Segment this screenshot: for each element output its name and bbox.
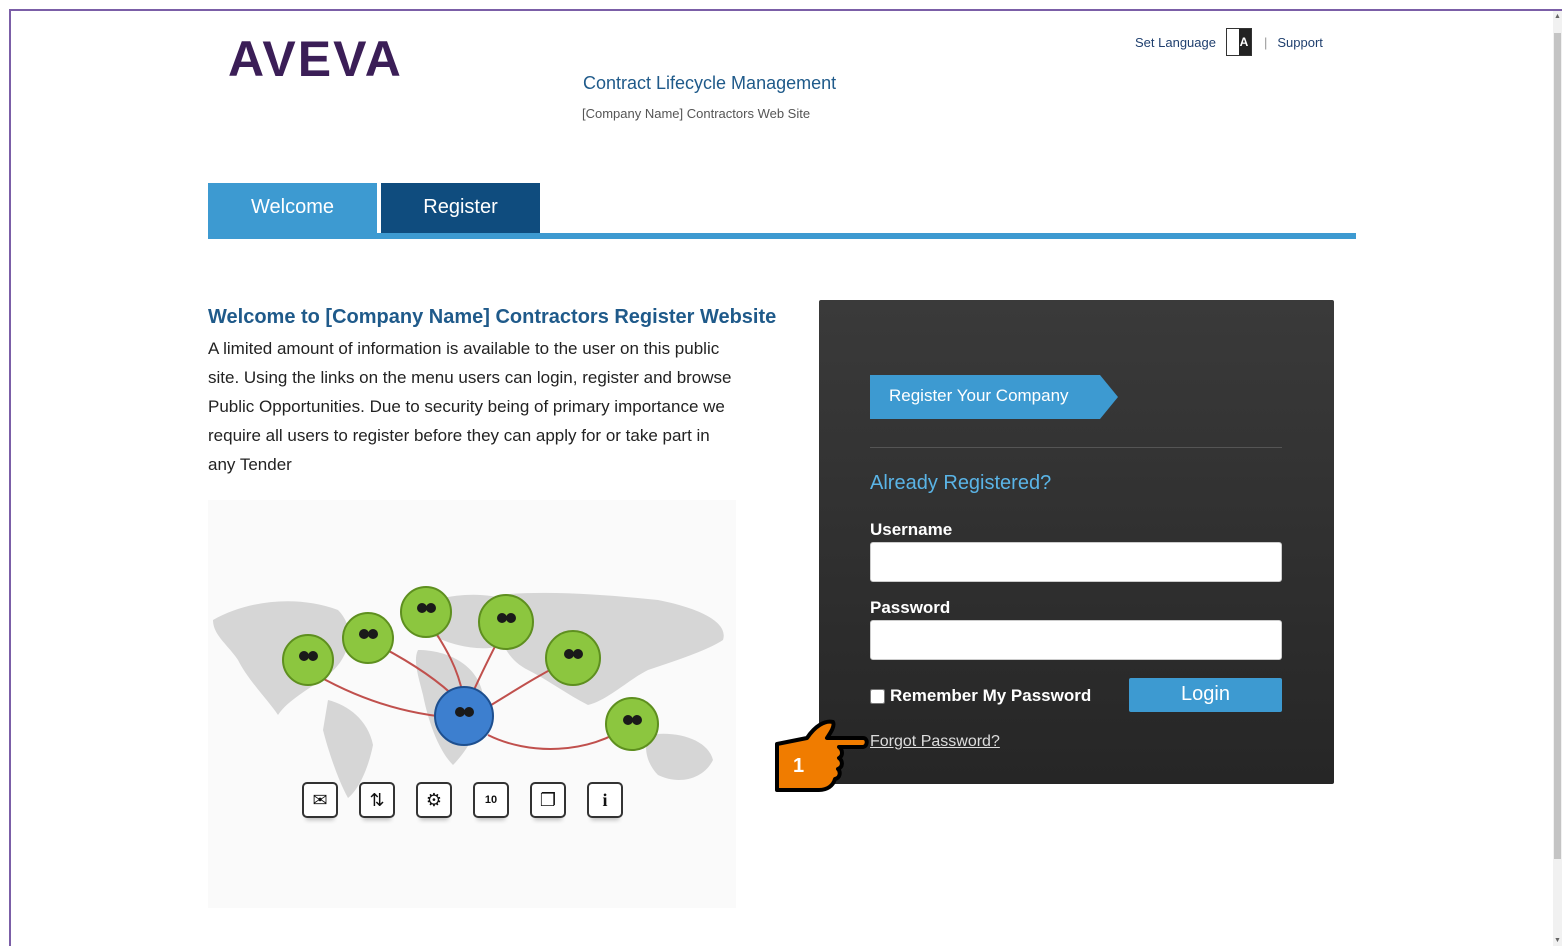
- tab-register[interactable]: Register: [381, 183, 540, 233]
- panel-divider: [870, 447, 1282, 448]
- pointing-hand-icon: 1: [775, 719, 869, 792]
- settings-icon: ⚙: [416, 782, 452, 818]
- username-field[interactable]: [870, 542, 1282, 582]
- welcome-heading: Welcome to [Company Name] Contractors Re…: [208, 306, 777, 328]
- support-link[interactable]: Support: [1277, 35, 1323, 50]
- calendar-icon: 10: [473, 782, 509, 818]
- tab-welcome[interactable]: Welcome: [208, 183, 377, 233]
- exchange-icon: ⇅: [359, 782, 395, 818]
- main-tabs: Welcome Register: [208, 183, 540, 233]
- scroll-down-icon[interactable]: ▼: [1553, 935, 1562, 946]
- info-icon: i: [587, 782, 623, 818]
- login-button[interactable]: Login: [1129, 678, 1282, 712]
- site-subtitle: [Company Name] Contractors Web Site: [582, 106, 811, 121]
- world-network-illustration: ✉ ⇅ ⚙ 10 ❐ i: [208, 500, 736, 908]
- login-panel: Register Your Company Already Registered…: [819, 300, 1334, 784]
- username-label: Username: [870, 520, 953, 539]
- mail-icon: ✉: [302, 782, 338, 818]
- forgot-password-link[interactable]: Forgot Password?: [870, 733, 1000, 751]
- remember-password[interactable]: Remember My Password: [870, 686, 1091, 706]
- remember-password-checkbox[interactable]: [870, 688, 885, 704]
- set-language-link[interactable]: Set Language: [1135, 35, 1216, 50]
- register-company-button[interactable]: Register Your Company: [870, 375, 1118, 419]
- step-number: 1: [793, 755, 804, 777]
- feature-icon-row: ✉ ⇅ ⚙ 10 ❐ i: [302, 782, 644, 818]
- already-registered-heading: Already Registered?: [870, 472, 1052, 494]
- tab-underline: [208, 233, 1356, 239]
- top-links: Set Language A | Support: [1135, 28, 1323, 56]
- password-field[interactable]: [870, 620, 1282, 660]
- world-map-graphic: [213, 586, 724, 798]
- site-title: Contract Lifecycle Management: [583, 73, 837, 93]
- link-separator: |: [1263, 34, 1268, 50]
- documents-icon: ❐: [530, 782, 566, 818]
- welcome-text: A limited amount of information is avail…: [208, 339, 732, 474]
- vertical-scrollbar[interactable]: ▲ ▼: [1553, 11, 1562, 946]
- aveva-logo: AVEVA: [228, 31, 403, 87]
- scroll-up-icon[interactable]: ▲: [1553, 11, 1562, 22]
- language-icon[interactable]: A: [1225, 28, 1252, 56]
- remember-password-label: Remember My Password: [890, 686, 1092, 705]
- scrollbar-thumb[interactable]: [1554, 33, 1561, 859]
- password-label: Password: [870, 598, 951, 617]
